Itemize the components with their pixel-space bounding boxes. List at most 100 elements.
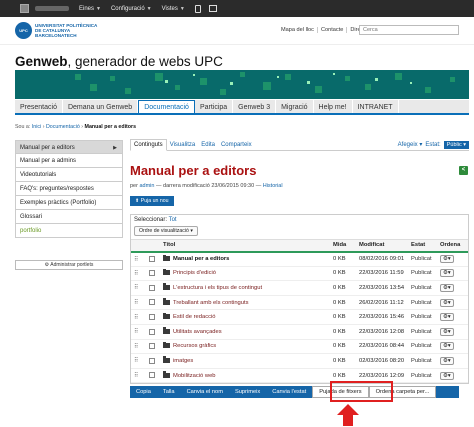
table-row[interactable]: ⠿ Mobilització web 0 KB 22/03/2016 12:09… <box>131 368 468 384</box>
history-link[interactable]: Historial <box>263 183 283 189</box>
document-byline: per admin — darrera modificació 23/06/20… <box>130 183 469 189</box>
site-title[interactable]: Genweb, generador de webs UPC <box>15 54 223 69</box>
nav-demana-un-genweb[interactable]: Demana un Genweb <box>63 100 139 113</box>
sidebar-item-manual-admins[interactable]: Manual per a admins <box>15 154 123 168</box>
sidebar-item-manual-editors[interactable]: Manual per a editors ▶ <box>15 140 123 154</box>
header-size[interactable]: Mida <box>331 239 357 253</box>
drag-handle-icon[interactable]: ⠿ <box>131 339 147 355</box>
change-state-button[interactable]: Canvia l'estat <box>266 386 312 398</box>
drag-handle-icon[interactable]: ⠿ <box>131 295 147 311</box>
row-title-cell[interactable]: Estil de redacció <box>161 309 331 325</box>
nav-presentacio[interactable]: Presentació <box>15 100 63 113</box>
table-row[interactable]: ⠿ Recursos gràfics 0 KB 22/03/2016 08:44… <box>131 339 468 355</box>
gear-icon[interactable]: ⚙▾ <box>440 298 454 307</box>
drag-handle-icon[interactable]: ⠿ <box>131 266 147 282</box>
gear-icon[interactable]: ⚙▾ <box>440 255 454 264</box>
cut-button[interactable]: Talla <box>157 386 181 398</box>
row-checkbox[interactable] <box>149 357 155 364</box>
gear-icon[interactable]: ⚙▾ <box>440 371 454 380</box>
gear-icon[interactable]: ⚙▾ <box>440 342 454 351</box>
mobile-view-icon[interactable] <box>194 4 201 13</box>
gear-icon[interactable]: ⚙▾ <box>440 283 454 292</box>
user-name-blurred[interactable] <box>35 6 69 11</box>
delete-button[interactable]: Suprimeix <box>229 386 266 398</box>
state-menu-button[interactable]: Públic ▾ <box>443 140 469 149</box>
nav-documentacio[interactable]: Documentació <box>138 100 195 113</box>
row-title-cell[interactable]: Recursos gràfics <box>161 339 331 355</box>
upc-logo[interactable]: UPC UNIVERSITAT POLITÈCNICA DE CATALUNYA… <box>15 22 97 39</box>
table-row[interactable]: ⠿ imatges 0 KB 02/03/2016 08:20 Publicat… <box>131 353 468 369</box>
row-checkbox[interactable] <box>149 270 155 277</box>
breadcrumb-documentacio[interactable]: Documentació <box>46 124 80 130</box>
link-mapa-del-lloc[interactable]: Mapa del lloc <box>278 27 318 33</box>
table-row[interactable]: ⠿ Treballant amb els continguts 0 KB 26/… <box>131 295 468 311</box>
tab-edita[interactable]: Edita <box>198 142 218 148</box>
header-title[interactable]: Títol <box>161 239 331 253</box>
table-row[interactable]: ⠿ Estil de redacció 0 KB 22/03/2016 15:4… <box>131 309 468 325</box>
sidebar-item-exemples[interactable]: Exemples pràctics (Portfolio) <box>15 196 123 210</box>
row-checkbox[interactable] <box>149 343 155 350</box>
search-input[interactable] <box>359 25 459 35</box>
header-modified[interactable]: Modificat <box>357 239 409 253</box>
site-title-bold: Genweb <box>15 54 68 69</box>
row-checkbox[interactable] <box>149 328 155 335</box>
table-row[interactable]: ⠿ Manual per a editors 0 KB 08/02/2016 0… <box>131 251 468 267</box>
row-title-cell[interactable]: Principis d'edició <box>161 266 331 282</box>
row-title-cell[interactable]: L'estructura i els tipus de contingut <box>161 280 331 296</box>
sidebar-item-videotutorials[interactable]: Videotutorials <box>15 168 123 182</box>
row-title-cell[interactable]: Treballant amb els continguts <box>161 295 331 311</box>
row-checkbox[interactable] <box>149 313 155 320</box>
drag-handle-icon[interactable]: ⠿ <box>131 309 147 325</box>
sidebar-item-faqs[interactable]: FAQ's: preguntes/respostes <box>15 182 123 196</box>
row-checkbox[interactable] <box>149 299 155 306</box>
row-checkbox[interactable] <box>149 284 155 291</box>
table-row[interactable]: ⠿ Utilitats avançades 0 KB 22/03/2016 12… <box>131 324 468 340</box>
menu-vistes[interactable]: Vistes ▼ <box>162 6 185 12</box>
copy-button[interactable]: Copia <box>130 386 157 398</box>
sidebar-item-portfolio[interactable]: portfolio <box>15 224 123 238</box>
gear-icon[interactable]: ⚙▾ <box>440 327 454 336</box>
add-menu[interactable]: Afegeix ▾ <box>398 141 423 148</box>
menu-eines[interactable]: Eines ▼ <box>79 6 101 12</box>
select-all-link[interactable]: Tot <box>169 217 177 223</box>
row-checkbox-cell <box>147 251 161 267</box>
gear-icon[interactable]: ⚙▾ <box>440 313 454 322</box>
byline-author-link[interactable]: admin <box>139 183 154 189</box>
user-avatar[interactable] <box>20 4 29 13</box>
nav-migracio[interactable]: Migració <box>276 100 314 113</box>
breadcrumb-inici[interactable]: Inici <box>32 124 41 130</box>
nav-intranet[interactable]: INTRANET <box>353 100 399 113</box>
row-title-cell[interactable]: Utilitats avançades <box>161 324 331 340</box>
drag-handle-icon[interactable]: ⠿ <box>131 280 147 296</box>
row-title: Utilitats avançades <box>173 328 222 335</box>
drag-handle-icon[interactable]: ⠿ <box>131 251 147 267</box>
admin-portlets-button[interactable]: ⚙ Administrar portlets <box>15 260 123 270</box>
sidebar-item-glossari[interactable]: Glossari <box>15 210 123 224</box>
gear-icon[interactable]: ⚙▾ <box>440 356 454 365</box>
table-row[interactable]: ⠿ Principis d'edició 0 KB 22/03/2016 11:… <box>131 266 468 282</box>
gear-icon[interactable]: ⚙▾ <box>440 269 454 278</box>
table-row[interactable]: ⠿ L'estructura i els tipus de contingut … <box>131 280 468 296</box>
row-title-cell[interactable]: Manual per a editors <box>161 251 331 267</box>
drag-handle-icon[interactable]: ⠿ <box>131 324 147 340</box>
row-title-cell[interactable]: imatges <box>161 353 331 369</box>
drag-handle-icon[interactable]: ⠿ <box>131 353 147 369</box>
drag-handle-icon[interactable]: ⠿ <box>131 368 147 384</box>
tab-continguts[interactable]: Continguts <box>130 139 167 151</box>
row-checkbox[interactable] <box>149 255 155 262</box>
nav-help-me[interactable]: Help me! <box>314 100 353 113</box>
menu-configuracio[interactable]: Configuració ▼ <box>111 6 152 12</box>
upload-new-button[interactable]: ⬆ Puja un nou <box>130 196 174 206</box>
share-icon[interactable]: < <box>459 166 468 175</box>
tablet-view-icon[interactable] <box>208 5 217 12</box>
rename-button[interactable]: Canvia el nom <box>181 386 229 398</box>
display-order-dropdown[interactable]: Ordre de visualització ▾ <box>134 226 198 236</box>
tab-comparteix[interactable]: Comparteix <box>218 142 255 148</box>
link-contacte[interactable]: Contacte <box>318 27 348 33</box>
nav-genweb-3[interactable]: Genweb 3 <box>233 100 277 113</box>
tab-visualitza[interactable]: Visualitza <box>167 142 199 148</box>
row-checkbox[interactable] <box>149 372 155 379</box>
row-title-cell[interactable]: Mobilització web <box>161 368 331 384</box>
header-state[interactable]: Estat <box>409 239 438 253</box>
nav-participa[interactable]: Participa <box>195 100 234 113</box>
